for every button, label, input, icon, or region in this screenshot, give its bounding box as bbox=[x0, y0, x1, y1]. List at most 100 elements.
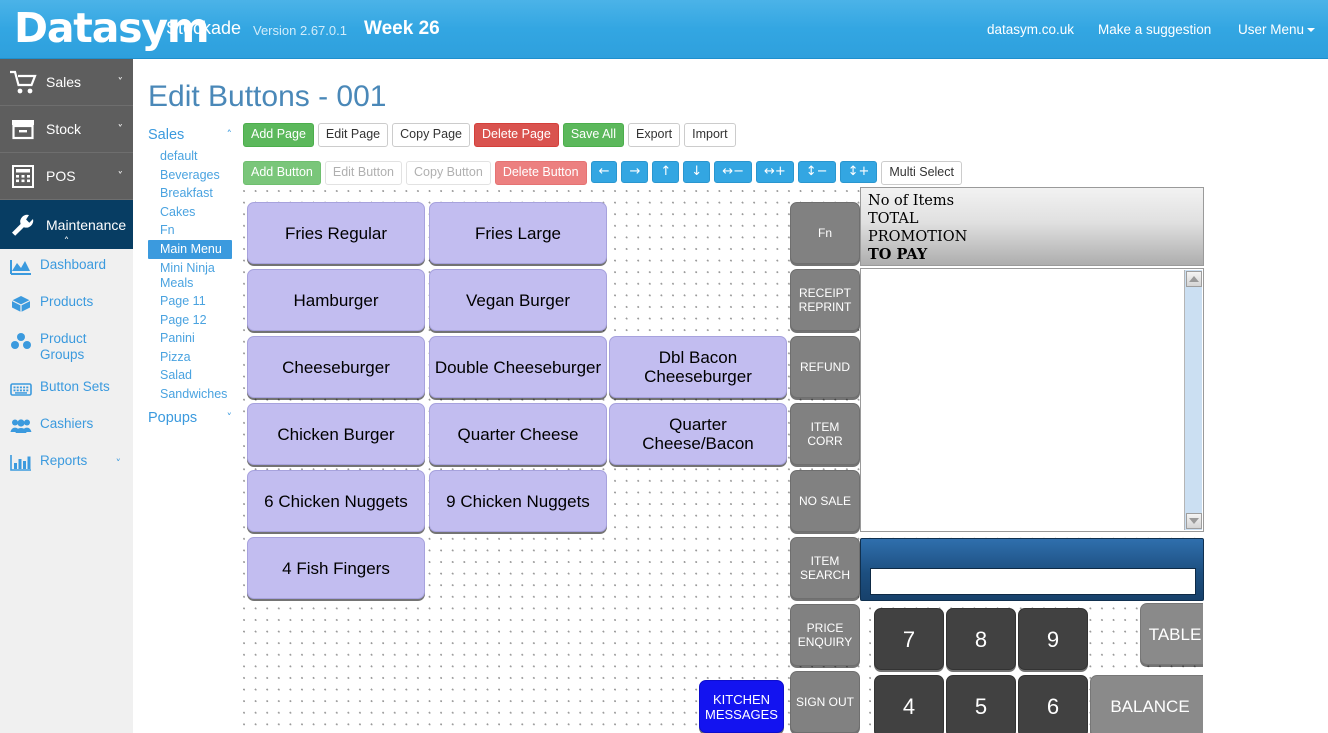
pos-button-fries-large[interactable]: Fries Large bbox=[429, 202, 607, 264]
page-group-popups[interactable]: Popups ˅ bbox=[148, 407, 240, 430]
import-button[interactable]: Import bbox=[684, 123, 736, 147]
move-left-button[interactable]: ← bbox=[590, 161, 618, 183]
sidebar-item-reports[interactable]: Reports ˅ bbox=[0, 445, 133, 482]
user-menu-button[interactable]: User Menu bbox=[1238, 22, 1316, 37]
move-down-button[interactable]: ↓ bbox=[683, 161, 711, 183]
pos-button-fn[interactable]: Fn bbox=[790, 202, 860, 264]
sidebar-label-pos: POS bbox=[46, 168, 76, 184]
pos-button-sign-out[interactable]: SIGN OUT bbox=[790, 671, 860, 733]
pos-button-quarter-cheese[interactable]: Quarter Cheese bbox=[429, 403, 607, 465]
sidebar-item-products[interactable]: Products bbox=[0, 286, 133, 323]
pos-button-refund[interactable]: REFUND bbox=[790, 336, 860, 398]
receipt-preview-panel: No of Items TOTAL PROMOTION TO PAY bbox=[860, 187, 1204, 537]
button-label: 4 bbox=[902, 693, 916, 719]
pos-button-4-fish-fingers[interactable]: 4 Fish Fingers bbox=[247, 537, 425, 599]
sidebar-item-stock[interactable]: Stock ˅ bbox=[0, 106, 133, 153]
width-decrease-button[interactable]: ↔− bbox=[714, 161, 752, 183]
sidebar-item-sales[interactable]: Sales ˅ bbox=[0, 59, 133, 106]
delete-button[interactable]: Delete Button bbox=[494, 161, 587, 185]
sidebar-item-maintenance[interactable]: Maintenance ˄ bbox=[0, 200, 133, 249]
pos-button-no-sale[interactable]: NO SALE bbox=[790, 470, 860, 532]
dashboard-icon bbox=[10, 258, 32, 276]
page-item-default[interactable]: default bbox=[148, 147, 240, 166]
height-increase-button[interactable]: ↕+ bbox=[839, 161, 878, 183]
sidebar-item-dashboard[interactable]: Dashboard bbox=[0, 249, 133, 286]
pos-button-9-chicken-nuggets[interactable]: 9 Chicken Nuggets bbox=[429, 470, 607, 532]
page-item-panini[interactable]: Panini bbox=[148, 329, 240, 348]
pos-button-cheeseburger[interactable]: Cheeseburger bbox=[247, 336, 425, 398]
pos-button-8[interactable]: 8 bbox=[946, 608, 1016, 670]
pos-button-dbl-bacon-cheeseburger[interactable]: Dbl Bacon Cheeseburger bbox=[609, 336, 787, 398]
page-group-sales[interactable]: Sales ˄ bbox=[148, 124, 240, 147]
chevron-down-icon bbox=[1307, 28, 1316, 33]
pos-button-fries-regular[interactable]: Fries Regular bbox=[247, 202, 425, 264]
pos-button-item-search[interactable]: ITEM SEARCH bbox=[790, 537, 860, 599]
sidebar-label-reports: Reports bbox=[40, 453, 88, 468]
page-item-main-menu[interactable]: Main Menu bbox=[148, 239, 232, 259]
add-button[interactable]: Add Button bbox=[243, 161, 321, 185]
pos-button-item-corr[interactable]: ITEM CORR bbox=[790, 403, 860, 465]
export-button[interactable]: Export bbox=[627, 123, 681, 147]
pos-button-price-enquiry[interactable]: PRICE ENQUIRY bbox=[790, 604, 860, 666]
delete-page-button[interactable]: Delete Page bbox=[474, 123, 559, 147]
page-item-mini-ninja-meals[interactable]: Mini Ninja Meals bbox=[148, 259, 240, 292]
copy-page-button[interactable]: Copy Page bbox=[392, 123, 470, 147]
version-label: Version 2.67.0.1 bbox=[253, 23, 347, 38]
add-page-button[interactable]: Add Page bbox=[243, 123, 314, 147]
height-decrease-button[interactable]: ↕− bbox=[797, 161, 836, 183]
pos-button-4[interactable]: 4 bbox=[874, 675, 944, 733]
pos-button-chicken-burger[interactable]: Chicken Burger bbox=[247, 403, 425, 465]
link-datasym-site[interactable]: datasym.co.uk bbox=[987, 22, 1074, 37]
pos-button-balance[interactable]: BALANCE bbox=[1090, 675, 1203, 733]
pos-button-double-cheeseburger[interactable]: Double Cheeseburger bbox=[429, 336, 607, 398]
receipt-scrollbar[interactable] bbox=[1184, 270, 1202, 530]
link-make-suggestion[interactable]: Make a suggestion bbox=[1098, 22, 1211, 37]
page-item-page-12[interactable]: Page 12 bbox=[148, 311, 240, 330]
chevron-down-icon: ˅ bbox=[117, 169, 124, 183]
page-item-breakfast[interactable]: Breakfast bbox=[148, 184, 240, 203]
summary-line-no-of-items: No of Items bbox=[868, 193, 955, 209]
button-label: 4 Fish Fingers bbox=[282, 558, 390, 578]
sidebar-item-cashiers[interactable]: Cashiers bbox=[0, 408, 133, 445]
sidebar-item-product-groups[interactable]: Product Groups bbox=[0, 323, 133, 371]
button-label: ITEM CORR bbox=[807, 420, 843, 448]
copy-button[interactable]: Copy Button bbox=[406, 161, 491, 185]
page-item-pizza[interactable]: Pizza bbox=[148, 348, 240, 367]
scroll-up-icon[interactable] bbox=[1186, 271, 1202, 287]
sidebar-label-stock: Stock bbox=[46, 121, 82, 137]
pos-button-receipt-reprint[interactable]: RECEIPT REPRINT bbox=[790, 269, 860, 331]
scroll-down-icon[interactable] bbox=[1186, 513, 1202, 529]
move-up-button[interactable]: ↑ bbox=[652, 161, 680, 183]
pos-button-7[interactable]: 7 bbox=[874, 608, 944, 670]
page-item-page-11[interactable]: Page 11 bbox=[148, 292, 240, 311]
edit-button[interactable]: Edit Button bbox=[324, 161, 403, 185]
entry-bar bbox=[860, 538, 1204, 601]
button-label: Chicken Burger bbox=[277, 424, 395, 444]
pos-button-hamburger[interactable]: Hamburger bbox=[247, 269, 425, 331]
pos-button-6[interactable]: 6 bbox=[1018, 675, 1088, 733]
page-item-sandwiches[interactable]: Sandwiches bbox=[148, 385, 240, 404]
pos-button-6-chicken-nuggets[interactable]: 6 Chicken Nuggets bbox=[247, 470, 425, 532]
edit-page-button[interactable]: Edit Page bbox=[317, 123, 389, 147]
page-item-beverages[interactable]: Beverages bbox=[148, 166, 240, 185]
width-increase-button[interactable]: ↔+ bbox=[755, 161, 794, 183]
pos-button-9[interactable]: 9 bbox=[1018, 608, 1088, 670]
sidebar-item-pos[interactable]: POS ˅ bbox=[0, 153, 133, 200]
move-right-button[interactable]: → bbox=[621, 161, 649, 183]
pos-button-vegan-burger[interactable]: Vegan Burger bbox=[429, 269, 607, 331]
pos-button-5[interactable]: 5 bbox=[946, 675, 1016, 733]
pos-button-table[interactable]: TABLE bbox=[1140, 603, 1203, 665]
sidebar-item-button-sets[interactable]: Button Sets bbox=[0, 371, 133, 408]
page-item-cakes[interactable]: Cakes bbox=[148, 203, 240, 222]
save-all-button[interactable]: Save All bbox=[562, 123, 624, 147]
pos-button-quarter-cheese-bacon[interactable]: Quarter Cheese/Bacon bbox=[609, 403, 787, 465]
button-label: Fn bbox=[817, 226, 832, 240]
button-label: Double Cheeseburger bbox=[434, 357, 602, 377]
pos-button-kitchen-messages[interactable]: KITCHEN MESSAGES bbox=[699, 680, 784, 733]
button-label: 6 Chicken Nuggets bbox=[264, 491, 408, 511]
page-item-salad[interactable]: Salad bbox=[148, 366, 240, 385]
calculator-icon bbox=[9, 163, 37, 189]
multi-select-button[interactable]: Multi Select bbox=[881, 161, 962, 185]
entry-input[interactable] bbox=[870, 568, 1196, 595]
page-item-fn[interactable]: Fn bbox=[148, 221, 240, 240]
